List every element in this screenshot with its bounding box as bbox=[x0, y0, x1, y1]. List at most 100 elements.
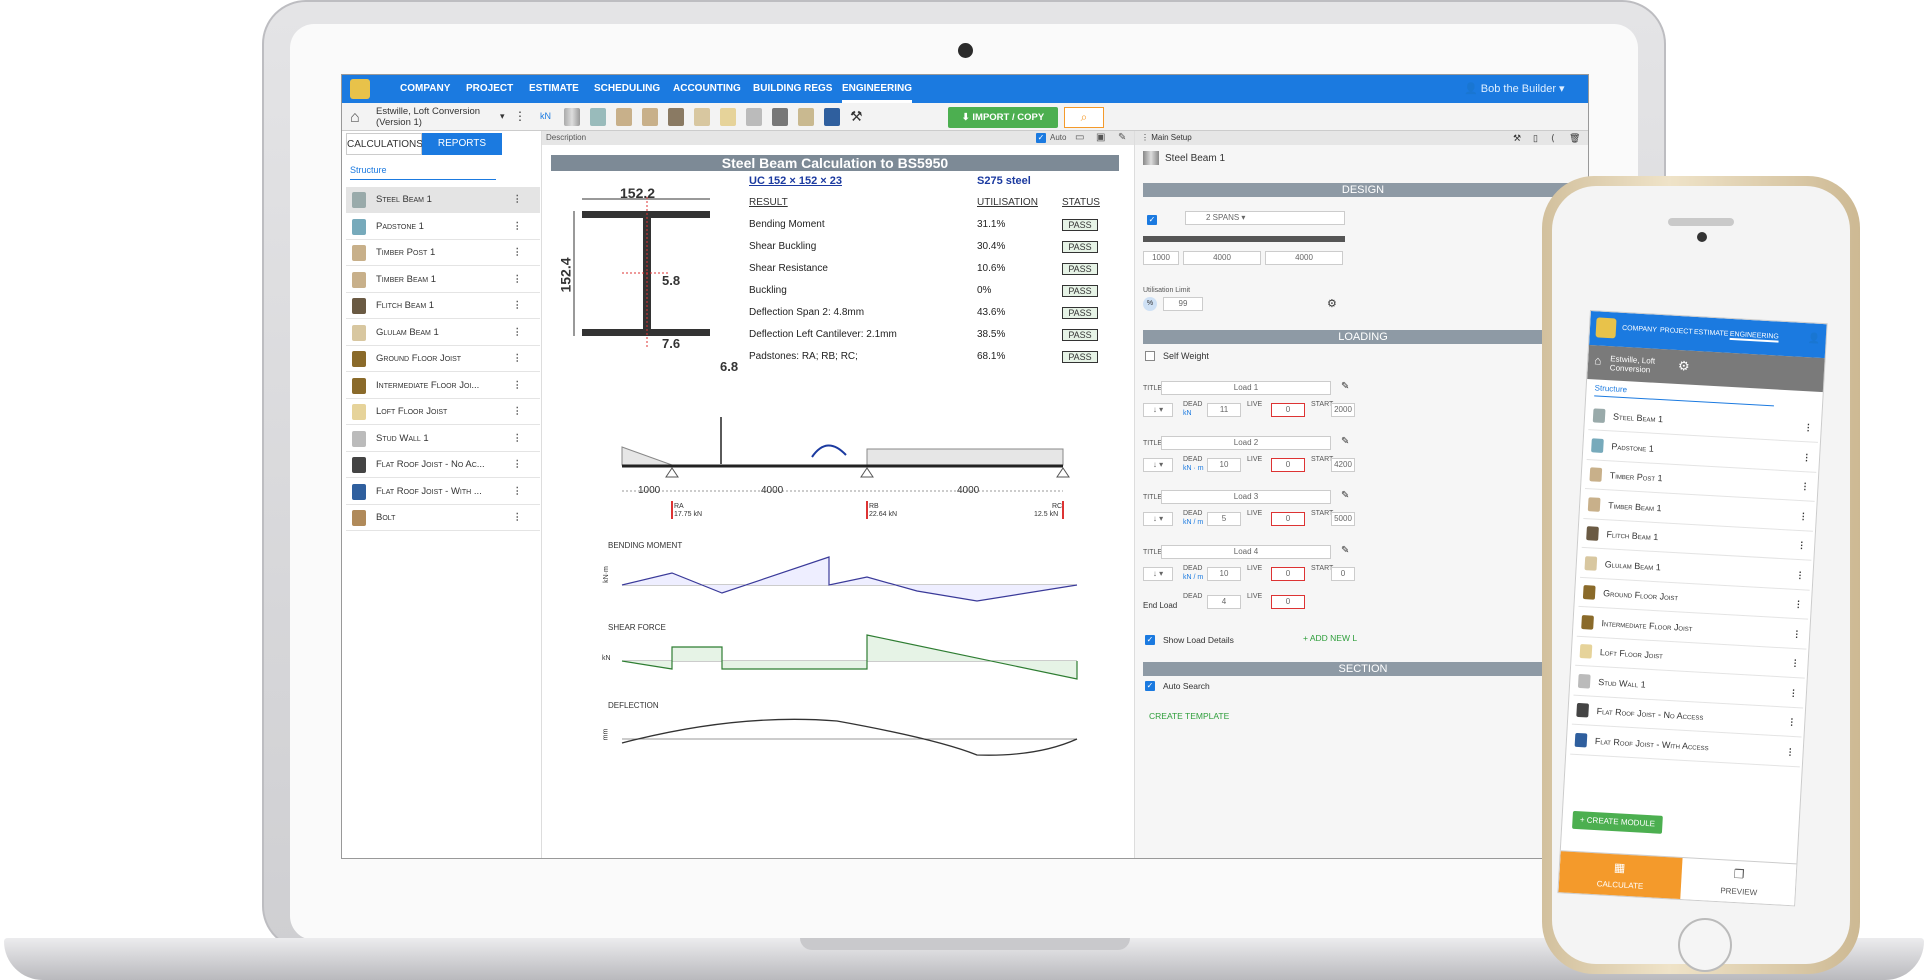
self-weight-checkbox[interactable] bbox=[1145, 351, 1155, 361]
calc-list-item[interactable]: Ground Floor Joist ⋮ bbox=[346, 346, 540, 372]
live-input[interactable]: 0 bbox=[1271, 457, 1305, 472]
nav-company[interactable]: COMPANY bbox=[400, 75, 450, 103]
user-menu[interactable]: 👤 Bob the Builder ▾ bbox=[1464, 75, 1565, 103]
more-vertical-icon[interactable]: ⋮ bbox=[513, 399, 523, 425]
more-vertical-icon[interactable]: ⋮ bbox=[513, 214, 523, 240]
phone-nav-estimate[interactable]: ESTIMATE bbox=[1694, 329, 1729, 338]
calc-list-item[interactable]: Timber Post 1 ⋮ bbox=[346, 240, 540, 266]
book-icon[interactable]: ▭ bbox=[1075, 131, 1084, 145]
calc-list-item[interactable]: Intermediate Floor Joi... ⋮ bbox=[346, 373, 540, 399]
dead-input[interactable]: 10 bbox=[1207, 566, 1241, 581]
load-title-input[interactable]: Load 1 bbox=[1161, 381, 1331, 395]
phone-home-button[interactable] bbox=[1678, 918, 1732, 972]
live-input[interactable]: 0 bbox=[1271, 512, 1305, 526]
span-slider[interactable] bbox=[1143, 236, 1345, 242]
more-vertical-icon[interactable]: ⋮ bbox=[514, 109, 526, 123]
phone-preview-button[interactable]: ❐ PREVIEW bbox=[1680, 858, 1798, 906]
more-vertical-icon[interactable]: ⋮ bbox=[513, 293, 523, 319]
load-type-select[interactable]: ↓ ▾ bbox=[1143, 403, 1173, 417]
live-input[interactable]: 0 bbox=[1271, 566, 1305, 581]
more-vertical-icon[interactable]: ⋮ bbox=[513, 505, 523, 531]
search-button[interactable]: ⌕ bbox=[1064, 107, 1104, 128]
show-load-details-checkbox[interactable]: ✓ bbox=[1145, 635, 1155, 645]
calc-list-item[interactable]: Bolt ⋮ bbox=[346, 505, 540, 531]
unit-toggle[interactable]: kN bbox=[540, 111, 551, 121]
chevron-down-icon[interactable]: ▾ bbox=[500, 111, 505, 122]
calc-list-item[interactable]: Steel Beam 1 ⋮ bbox=[346, 187, 540, 213]
dead-input[interactable]: 5 bbox=[1207, 512, 1241, 526]
rafter-tool-icon[interactable] bbox=[798, 108, 814, 126]
more-vertical-icon[interactable]: ⋮ bbox=[1800, 472, 1811, 501]
calc-list-item[interactable]: Timber Beam 1 ⋮ bbox=[346, 267, 540, 293]
glulam-tool-icon[interactable] bbox=[694, 108, 710, 126]
phone-nav-company[interactable]: COMPANY bbox=[1622, 325, 1657, 334]
phone-logo-icon[interactable] bbox=[1595, 317, 1617, 339]
utilisation-limit-input[interactable]: 99 bbox=[1163, 297, 1203, 311]
more-vertical-icon[interactable]: ⋮ bbox=[1796, 531, 1807, 560]
more-vertical-icon[interactable]: ⋮ bbox=[513, 240, 523, 266]
start-input[interactable]: 2000 bbox=[1331, 403, 1355, 417]
home-icon[interactable]: ⌂ bbox=[350, 109, 360, 127]
design-checkbox[interactable]: ✓ bbox=[1147, 215, 1157, 225]
load-type-select[interactable]: ↓ ▾ bbox=[1143, 457, 1173, 472]
more-vertical-icon[interactable]: ⋮ bbox=[1803, 413, 1814, 442]
calc-list-item[interactable]: Flat Roof Joist - No Ac... ⋮ bbox=[346, 452, 540, 478]
edit-icon[interactable]: ✎ bbox=[1118, 131, 1126, 145]
calc-list-item[interactable]: Stud Wall 1 ⋮ bbox=[346, 426, 540, 452]
phone-home-icon[interactable]: ⌂ bbox=[1594, 353, 1602, 367]
save-icon[interactable]: ▣ bbox=[1096, 131, 1105, 145]
timber-beam-tool-icon[interactable] bbox=[642, 108, 658, 126]
more-vertical-icon[interactable]: ⋮ bbox=[1793, 590, 1804, 619]
more-vertical-icon[interactable]: ⋮ bbox=[513, 346, 523, 372]
more-vertical-icon[interactable]: ⋮ bbox=[1791, 619, 1802, 648]
span-input-2[interactable]: 4000 bbox=[1265, 251, 1343, 265]
padstone-tool-icon[interactable] bbox=[590, 108, 606, 126]
more-vertical-icon[interactable]: ⋮ bbox=[1795, 560, 1806, 589]
edit-icon[interactable]: ✎ bbox=[1341, 436, 1349, 447]
load-type-select[interactable]: ↓ ▾ bbox=[1143, 566, 1173, 581]
more-vertical-icon[interactable]: ⋮ bbox=[513, 452, 523, 478]
gear-icon[interactable]: ⚙ bbox=[1327, 297, 1337, 310]
load-title-input[interactable]: Load 2 bbox=[1161, 435, 1331, 450]
more-vertical-icon[interactable]: ⋮ bbox=[1790, 649, 1801, 678]
dead-input[interactable]: 11 bbox=[1207, 403, 1241, 417]
edit-icon[interactable]: ✎ bbox=[1341, 490, 1349, 501]
nav-project[interactable]: PROJECT bbox=[466, 75, 513, 103]
more-vertical-icon[interactable]: ⋮ bbox=[1785, 737, 1796, 766]
calc-list-item[interactable]: Loft Floor Joist ⋮ bbox=[346, 399, 540, 425]
phone-create-module-button[interactable]: + CREATE MODULE bbox=[1572, 810, 1663, 834]
nav-building-regs[interactable]: BUILDING REGS bbox=[753, 75, 832, 103]
timber-post-tool-icon[interactable] bbox=[616, 108, 632, 126]
phone-user-icon[interactable]: 👤 bbox=[1807, 333, 1820, 345]
load-type-select[interactable]: ↓ ▾ bbox=[1143, 512, 1173, 526]
stud-wall-tool-icon[interactable] bbox=[746, 108, 762, 126]
nav-scheduling[interactable]: SCHEDULING bbox=[594, 75, 660, 103]
steel-beam-tool-icon[interactable] bbox=[564, 108, 580, 126]
edit-icon[interactable]: ✎ bbox=[1341, 381, 1349, 392]
import-copy-button[interactable]: ⬇ IMPORT / COPY bbox=[948, 107, 1058, 128]
nav-estimate[interactable]: ESTIMATE bbox=[529, 75, 579, 103]
load-title-input[interactable]: Load 3 bbox=[1161, 490, 1331, 504]
calc-list-item[interactable]: Flat Roof Joist - With ... ⋮ bbox=[346, 479, 540, 505]
edit-icon[interactable]: ✎ bbox=[1341, 545, 1349, 556]
more-vertical-icon[interactable]: ⋮ bbox=[1798, 502, 1809, 531]
live-input[interactable]: 0 bbox=[1271, 403, 1305, 417]
end-dead-input[interactable]: 4 bbox=[1207, 595, 1241, 609]
more-vertical-icon[interactable]: ⋮ bbox=[513, 187, 523, 213]
delete-icon[interactable]: 🗑 bbox=[1569, 131, 1580, 145]
auto-search-checkbox[interactable]: ✓ bbox=[1145, 681, 1155, 691]
settings-icon[interactable]: ⚒ bbox=[1513, 131, 1521, 145]
spans-select[interactable]: 2 SPANS ▾ bbox=[1185, 211, 1345, 225]
tools-icon[interactable]: ⚒ bbox=[850, 108, 863, 125]
file-icon[interactable]: ▯ bbox=[1533, 131, 1538, 145]
add-new-load-button[interactable]: + ADD NEW L bbox=[1303, 633, 1357, 643]
more-vertical-icon[interactable]: ⋮ bbox=[513, 267, 523, 293]
start-input[interactable]: 0 bbox=[1331, 566, 1355, 581]
more-vertical-icon[interactable]: ⋮ bbox=[1801, 443, 1812, 472]
phone-project-name[interactable]: Estwille, Loft Conversion bbox=[1610, 354, 1675, 376]
more-vertical-icon[interactable]: ⋮ bbox=[513, 320, 523, 346]
span-input-0[interactable]: 1000 bbox=[1143, 251, 1179, 265]
flitch-beam-tool-icon[interactable] bbox=[668, 108, 684, 126]
calc-list-item[interactable]: Glulam Beam 1 ⋮ bbox=[346, 320, 540, 346]
span-input-1[interactable]: 4000 bbox=[1183, 251, 1261, 265]
